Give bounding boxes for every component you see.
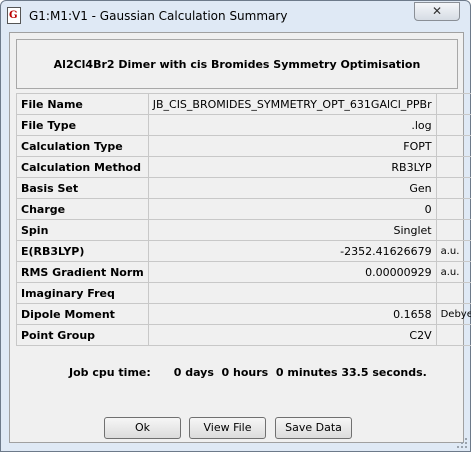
- row-label: E(RB3LYP): [16, 240, 149, 262]
- row-label: Spin: [16, 219, 149, 241]
- summary-row: Dipole Moment 0.1658 Debye: [16, 303, 471, 325]
- row-unit: [435, 177, 471, 199]
- row-value: -2352.41626679: [147, 240, 437, 262]
- app-icon-glyph: G: [9, 10, 18, 21]
- row-value: Gen: [147, 177, 437, 199]
- row-label: File Name: [16, 93, 149, 115]
- row-label: Calculation Method: [16, 156, 149, 178]
- row-unit: [435, 219, 471, 241]
- row-unit: [435, 198, 471, 220]
- view-file-button[interactable]: View File: [189, 417, 266, 439]
- row-unit: [435, 114, 471, 136]
- summary-row: Basis Set Gen: [16, 177, 471, 199]
- summary-row: RMS Gradient Norm 0.00000929 a.u.: [16, 261, 471, 283]
- row-value: .log: [147, 114, 437, 136]
- summary-row: Charge 0: [16, 198, 471, 220]
- row-value: [147, 282, 437, 304]
- summary-row: File Type .log: [16, 114, 471, 136]
- row-value: JB_CIS_BROMIDES_SYMMETRY_OPT_631GAlCl_PP…: [147, 93, 437, 115]
- job-cpu-time: Job cpu time: 0 days 0 hours 0 minutes 3…: [69, 366, 427, 379]
- row-value: Singlet: [147, 219, 437, 241]
- row-label: Imaginary Freq: [16, 282, 149, 304]
- row-label: RMS Gradient Norm: [16, 261, 149, 283]
- row-value: 0: [147, 198, 437, 220]
- window-title: G1:M1:V1 - Gaussian Calculation Summary: [29, 9, 288, 23]
- row-label: Dipole Moment: [16, 303, 149, 325]
- row-label: Basis Set: [16, 177, 149, 199]
- close-button[interactable]: ✕: [414, 2, 460, 21]
- row-label: Point Group: [16, 324, 149, 346]
- row-label: Charge: [16, 198, 149, 220]
- summary-row: Calculation Method RB3LYP: [16, 156, 471, 178]
- row-unit: [435, 93, 471, 115]
- summary-row: E(RB3LYP) -2352.41626679 a.u.: [16, 240, 471, 262]
- summary-window: G G1:M1:V1 - Gaussian Calculation Summar…: [0, 0, 471, 452]
- save-data-button[interactable]: Save Data: [275, 417, 352, 439]
- row-unit: [435, 324, 471, 346]
- title-bar[interactable]: G G1:M1:V1 - Gaussian Calculation Summar…: [1, 1, 470, 31]
- row-unit: [435, 135, 471, 157]
- ok-button[interactable]: Ok: [104, 417, 181, 439]
- summary-row: Point Group C2V: [16, 324, 471, 346]
- row-unit: [435, 156, 471, 178]
- row-label: Calculation Type: [16, 135, 149, 157]
- row-label: File Type: [16, 114, 149, 136]
- row-value: FOPT: [147, 135, 437, 157]
- row-value: RB3LYP: [147, 156, 437, 178]
- gaussian-app-icon: G: [7, 7, 21, 24]
- summary-row: File Name JB_CIS_BROMIDES_SYMMETRY_OPT_63…: [16, 93, 471, 115]
- job-title: Al2Cl4Br2 Dimer with cis Bromides Symmet…: [16, 39, 458, 89]
- summary-row: Calculation Type FOPT: [16, 135, 471, 157]
- summary-panel: Al2Cl4Br2 Dimer with cis Bromides Symmet…: [9, 32, 471, 443]
- row-value: 0.00000929: [147, 261, 437, 283]
- row-value: 0.1658: [147, 303, 437, 325]
- row-unit: Debye: [435, 303, 471, 325]
- resize-grip-icon[interactable]: [456, 437, 468, 449]
- row-unit: a.u.: [435, 261, 471, 283]
- row-value: C2V: [147, 324, 437, 346]
- close-icon: ✕: [431, 4, 443, 18]
- summary-row: Spin Singlet: [16, 219, 471, 241]
- summary-table: File Name JB_CIS_BROMIDES_SYMMETRY_OPT_63…: [16, 93, 471, 346]
- row-unit: [435, 282, 471, 304]
- summary-row: Imaginary Freq: [16, 282, 471, 304]
- row-unit: a.u.: [435, 240, 471, 262]
